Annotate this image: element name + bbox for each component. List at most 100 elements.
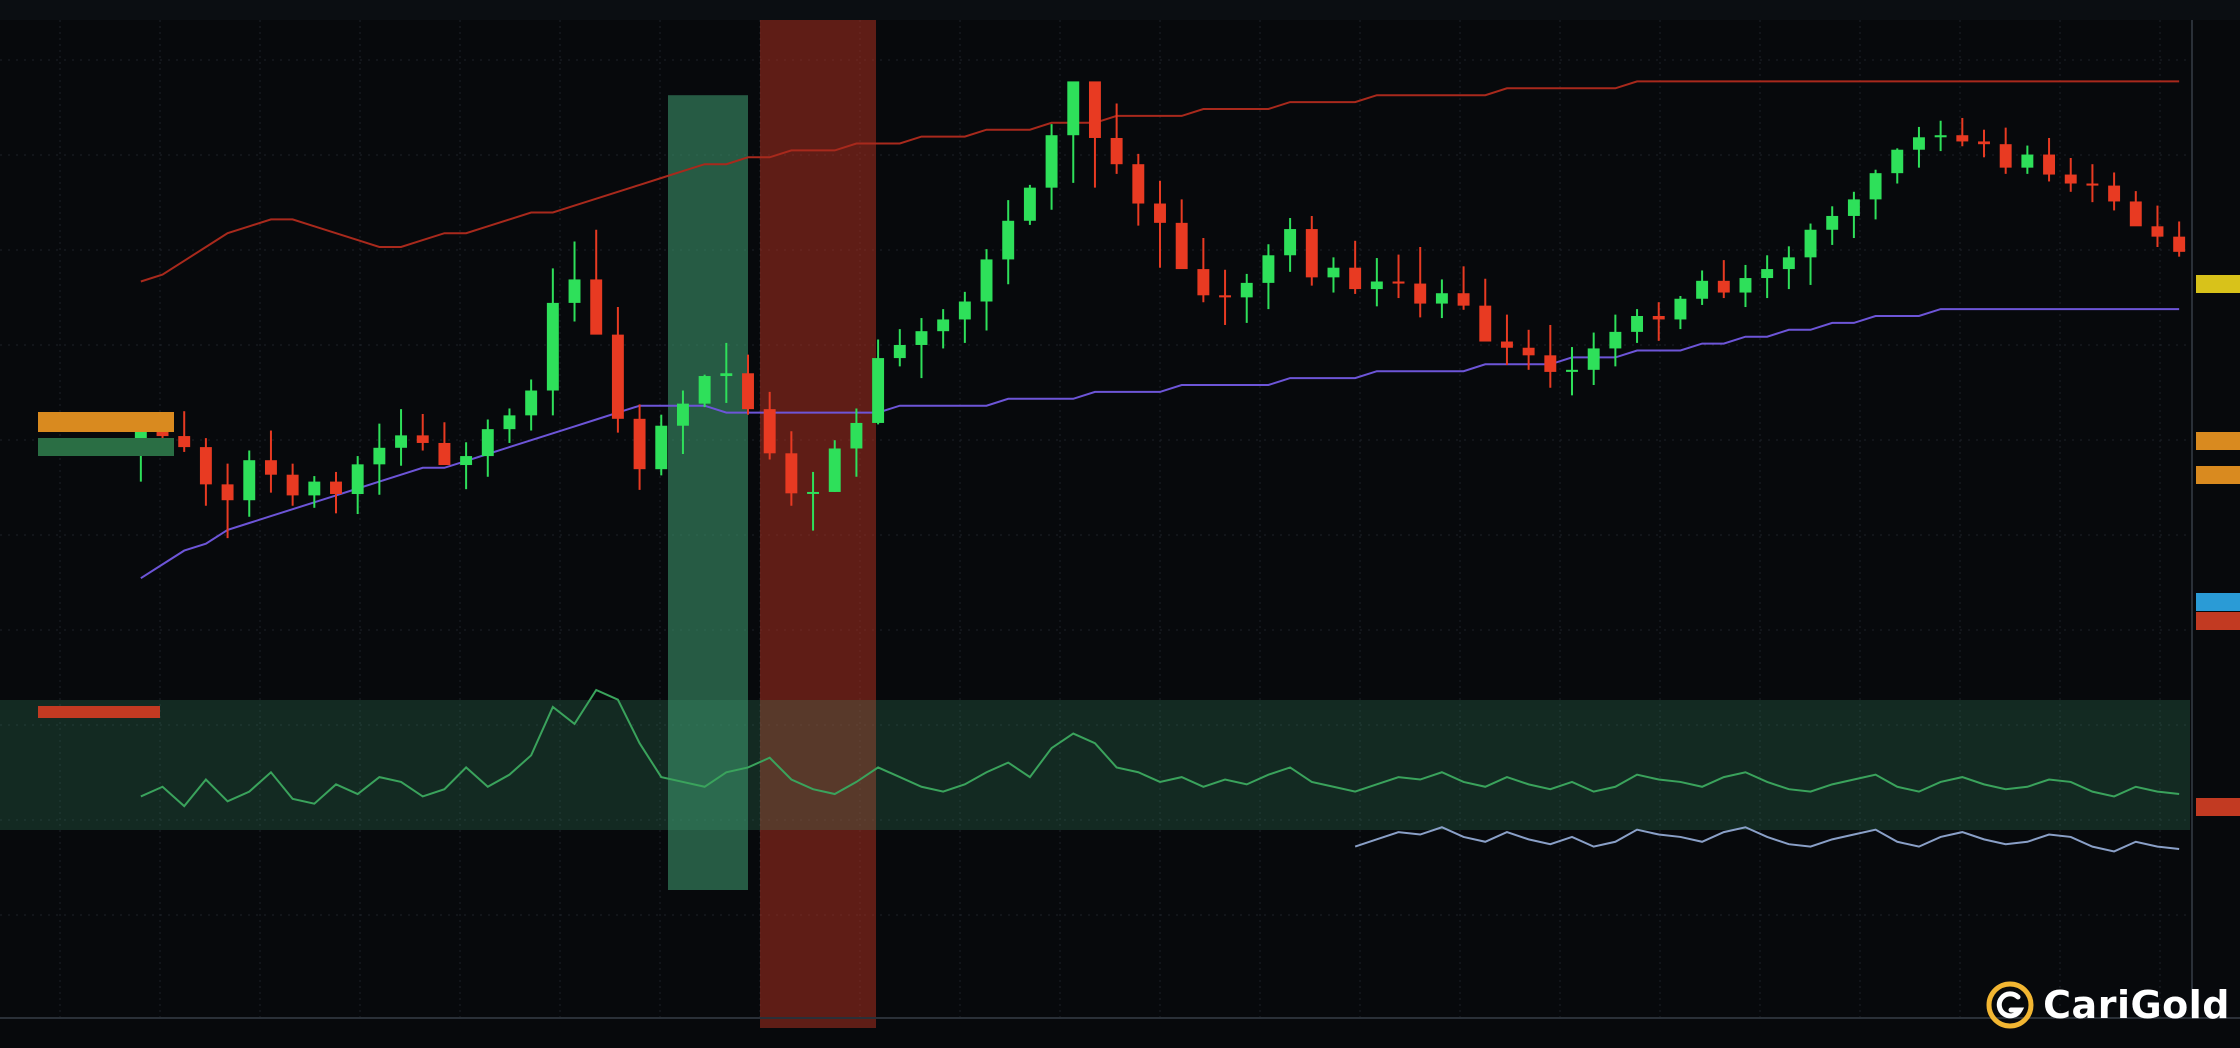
candle-body xyxy=(503,415,516,430)
candle-body xyxy=(2043,154,2056,175)
candle-body xyxy=(221,484,234,501)
candle-body xyxy=(958,301,971,320)
candle-body xyxy=(742,373,754,410)
candle-body xyxy=(2129,201,2142,227)
candle-body xyxy=(1544,355,1557,372)
candle-body xyxy=(2086,183,2099,186)
candle-body xyxy=(1132,164,1145,204)
candle-body xyxy=(1392,281,1405,284)
candle-body xyxy=(872,358,885,423)
candle-body xyxy=(1219,295,1232,298)
candle-body xyxy=(395,435,408,448)
candle-body xyxy=(590,279,603,335)
candle-body xyxy=(568,279,581,303)
candle-body xyxy=(1912,137,1925,150)
candle-body xyxy=(763,409,776,454)
candle-body xyxy=(1609,331,1622,349)
candle-body xyxy=(1739,278,1752,293)
candle-body xyxy=(286,474,299,496)
candle-body xyxy=(2151,226,2164,237)
candle-body xyxy=(199,447,212,485)
candle-body xyxy=(1782,257,1795,270)
price-tag-marker xyxy=(2196,612,2240,630)
trading-chart: CariGold xyxy=(0,0,2240,1048)
candle-body xyxy=(611,334,624,419)
candlestick-chart-svg xyxy=(0,0,2240,1048)
candle-body xyxy=(1978,141,1990,145)
candle-body xyxy=(1023,187,1036,221)
candle-body xyxy=(1067,81,1080,136)
candle-body xyxy=(1045,135,1058,188)
left-tag-marker xyxy=(38,412,174,432)
candle-body xyxy=(1891,149,1904,174)
candle-body xyxy=(1934,135,1947,138)
carigold-logo-icon xyxy=(1986,981,2034,1029)
candle-body xyxy=(1566,369,1578,372)
candle-body xyxy=(1327,267,1340,278)
candle-body xyxy=(416,435,429,443)
candle-body xyxy=(698,376,711,404)
candle-body xyxy=(1262,255,1275,283)
candle-body xyxy=(655,425,668,470)
candle-body xyxy=(893,344,906,359)
candle-body xyxy=(1999,144,2012,168)
price-tag-marker xyxy=(2196,466,2240,484)
left-tag-marker xyxy=(38,438,174,456)
price-tag-marker xyxy=(2196,275,2240,293)
candle-body xyxy=(546,302,559,391)
candle-body xyxy=(2173,236,2186,252)
candle-body xyxy=(850,422,863,449)
candle-body xyxy=(1110,137,1123,165)
candle-body xyxy=(438,442,451,466)
red-highlight-zone xyxy=(760,20,876,1028)
candle-body xyxy=(1804,229,1817,258)
price-tag-marker xyxy=(2196,432,2240,450)
candle-body xyxy=(1088,81,1101,138)
volume-band-zone xyxy=(0,700,2190,830)
candle-body xyxy=(1869,173,1882,200)
candle-body xyxy=(676,403,689,426)
candle-body xyxy=(1826,215,1839,230)
candle-body xyxy=(1956,135,1969,142)
candle-body xyxy=(807,491,820,494)
candle-body xyxy=(460,456,473,466)
candle-body xyxy=(1522,347,1535,356)
watermark-text: CariGold xyxy=(2043,983,2230,1027)
candle-body xyxy=(373,447,386,465)
candle-body xyxy=(481,429,494,457)
candle-body xyxy=(915,331,928,345)
candle-body xyxy=(525,390,538,416)
candle-body xyxy=(2021,154,2034,168)
candle-body xyxy=(1500,341,1513,348)
price-tag-marker xyxy=(2196,593,2240,611)
candle-body xyxy=(1761,269,1774,279)
candle-body xyxy=(2108,185,2121,202)
candle-body xyxy=(1002,220,1015,260)
candle-body xyxy=(633,418,646,470)
candle-body xyxy=(1305,229,1318,278)
candle-body xyxy=(2064,174,2077,184)
candle-body xyxy=(1284,229,1297,256)
candle-body xyxy=(980,259,993,302)
candle-body xyxy=(1370,281,1383,290)
candle-body xyxy=(1435,293,1448,304)
candle-body xyxy=(178,436,191,448)
candle-body xyxy=(1652,316,1665,320)
carigold-watermark: CariGold xyxy=(1985,980,2230,1030)
candle-body xyxy=(1154,203,1166,223)
left-tag-marker xyxy=(38,706,160,718)
candle-body xyxy=(828,448,841,492)
candle-body xyxy=(785,453,798,494)
candle-body xyxy=(330,481,342,495)
candle-body xyxy=(243,460,256,501)
candle-body xyxy=(1414,283,1427,304)
candle-body xyxy=(1717,280,1730,293)
candle-body xyxy=(308,481,321,496)
candle-body xyxy=(351,464,364,495)
candle-body xyxy=(1587,348,1600,370)
candle-body xyxy=(1847,199,1860,216)
price-tag-marker xyxy=(2196,798,2240,816)
candle-body xyxy=(1457,293,1470,306)
candle-body xyxy=(1631,316,1644,332)
candle-body xyxy=(264,460,277,475)
